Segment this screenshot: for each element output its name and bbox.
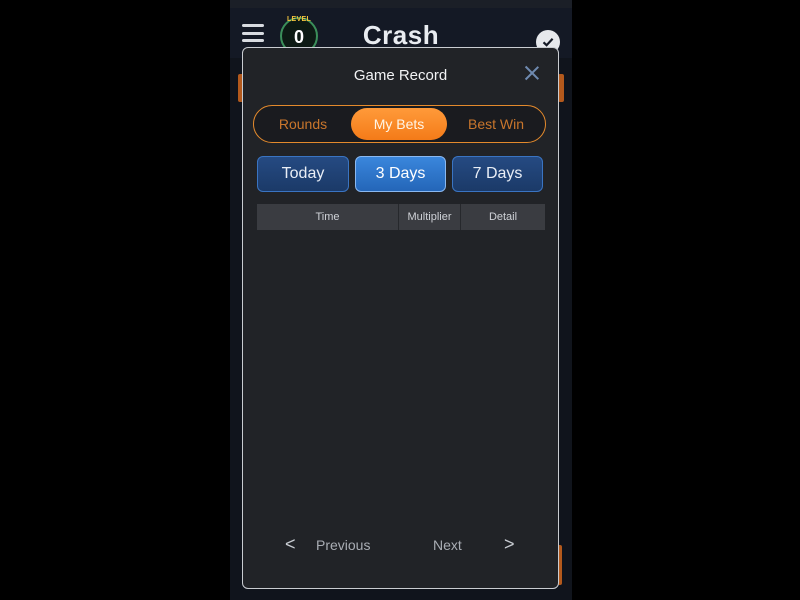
date-range-selector: Today 3 Days 7 Days <box>257 156 545 192</box>
range-7-days-button[interactable]: 7 Days <box>452 156 543 192</box>
pagination: < Previous Next > <box>243 531 558 561</box>
tab-rounds[interactable]: Rounds <box>258 108 348 140</box>
chevron-right-icon[interactable]: > <box>504 534 515 555</box>
top-bar <box>230 0 572 8</box>
column-time: Time <box>257 204 399 230</box>
table-header: Time Multiplier Detail <box>257 204 545 230</box>
tab-best-win[interactable]: Best Win <box>450 108 542 140</box>
close-icon[interactable] <box>524 65 540 81</box>
stage: LEVEL 0 Crash Game Record Rounds My Bets… <box>0 0 800 600</box>
column-detail: Detail <box>488 211 518 223</box>
range-3-days-button[interactable]: 3 Days <box>355 156 446 192</box>
tab-my-bets[interactable]: My Bets <box>351 108 447 140</box>
modal-title: Game Record <box>353 67 448 84</box>
column-multiplier: Multiplier <box>399 204 461 230</box>
next-button[interactable]: Next <box>433 537 462 553</box>
range-today-button[interactable]: Today <box>257 156 349 192</box>
game-record-modal: Game Record Rounds My Bets Best Win Toda… <box>242 47 559 589</box>
record-tabs: Rounds My Bets Best Win <box>253 105 546 143</box>
chevron-left-icon[interactable]: < <box>285 534 296 555</box>
previous-button[interactable]: Previous <box>316 537 370 553</box>
